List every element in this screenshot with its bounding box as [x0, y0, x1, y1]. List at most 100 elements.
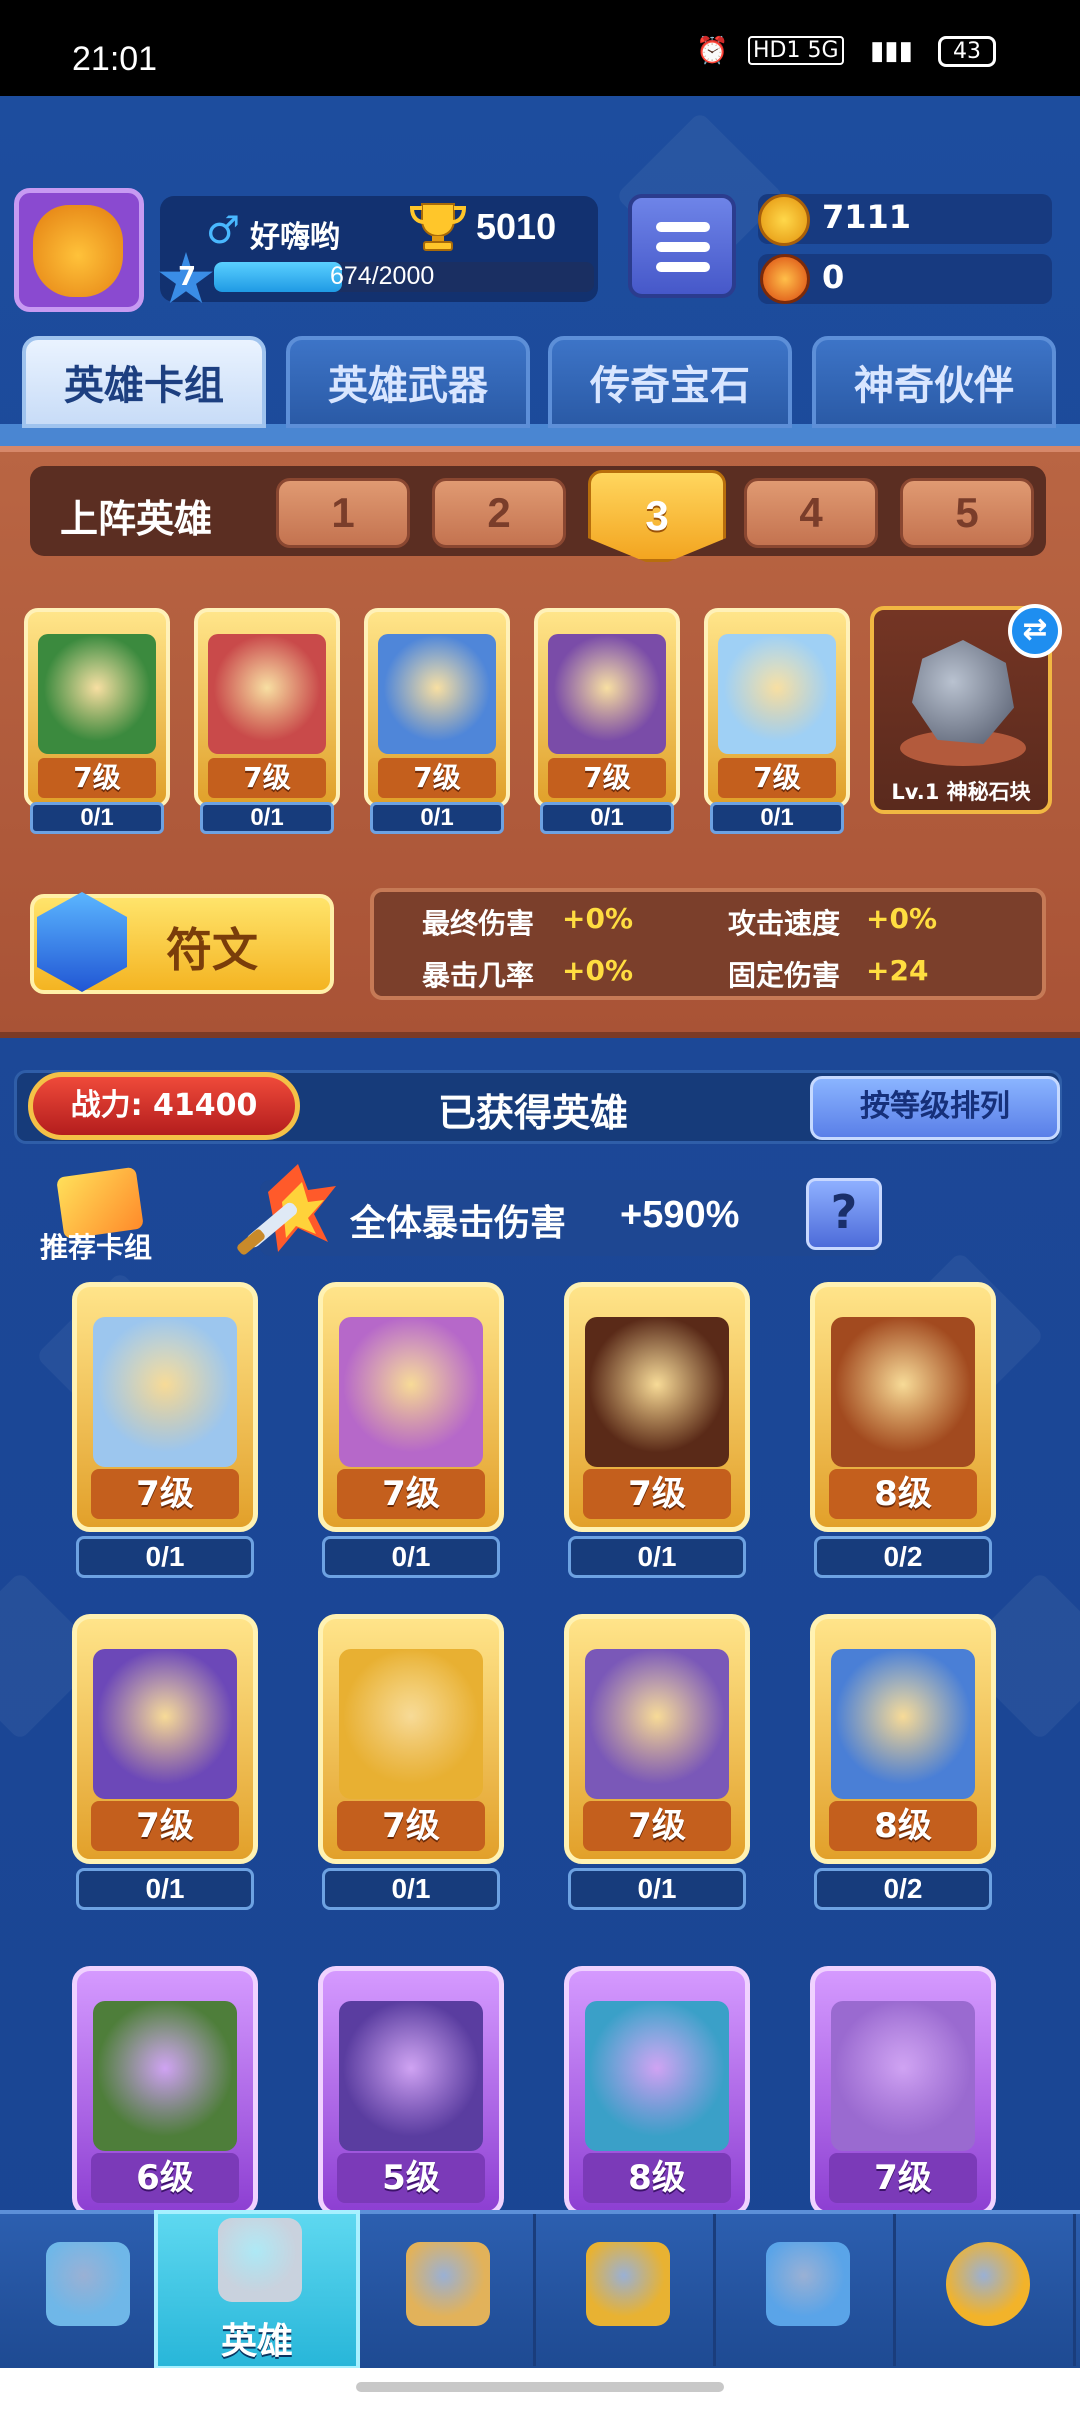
hero-card[interactable]: 7级 — [72, 1282, 258, 1532]
deck-hero-card[interactable]: 7级 — [704, 608, 850, 808]
tab-magic-partners[interactable]: 神奇伙伴 — [812, 336, 1056, 428]
power-badge: 战力: 41400 — [28, 1072, 300, 1140]
sort-by-level-button[interactable]: 按等级排列 — [810, 1076, 1060, 1140]
crit-damage-value: +590% — [620, 1194, 740, 1236]
deck-slot-5[interactable]: 5 — [900, 478, 1034, 548]
hero-level: 7级 — [829, 2153, 977, 2203]
hero-level: 7级 — [38, 758, 156, 798]
hero-portrait — [831, 2001, 975, 2151]
obtained-heroes-title: 已获得英雄 — [438, 1091, 629, 1135]
signal-icon: ▮▮▮ — [870, 36, 913, 66]
hero-card[interactable]: 6级 — [72, 1966, 258, 2216]
gold-coin-icon — [758, 194, 810, 246]
hero-level: 7级 — [718, 758, 836, 798]
tab-hero-weapons[interactable]: 英雄武器 — [286, 336, 530, 428]
hero-level: 7级 — [337, 1801, 485, 1851]
crossed-swords-icon — [406, 2242, 490, 2326]
stat-attack-speed-value: +0% — [866, 902, 937, 935]
hero-portrait — [93, 1649, 237, 1799]
hero-portrait — [339, 1317, 483, 1467]
hero-portrait — [585, 1317, 729, 1467]
status-time: 21:01 — [72, 40, 158, 78]
hero-card[interactable]: 7级 — [318, 1282, 504, 1532]
hero-card[interactable]: 5级 — [318, 1966, 504, 2216]
rune-label: 符文 — [166, 923, 258, 977]
partner-label: Lv.1 神秘石块 — [891, 780, 1031, 804]
crown-shield-icon — [586, 2242, 670, 2326]
hero-card-count: 0/1 — [76, 1868, 254, 1910]
nav-item[interactable] — [540, 2214, 716, 2366]
hero-level: 8级 — [829, 1469, 977, 1519]
recommended-deck-label[interactable]: 推荐卡组 — [40, 1226, 152, 1266]
hero-card[interactable]: 8级 — [810, 1614, 996, 1864]
hero-card[interactable]: 7级 — [318, 1614, 504, 1864]
crit-damage-label: 全体暴击伤害 — [350, 1203, 567, 1244]
hero-card-count: 0/1 — [76, 1536, 254, 1578]
player-name: 好嗨哟 — [250, 220, 340, 255]
hero-card[interactable]: 7级 — [810, 1966, 996, 2216]
hero-level: 5级 — [337, 2153, 485, 2203]
stat-fixed-damage-label: 固定伤害 — [728, 959, 841, 992]
nav-item[interactable] — [360, 2214, 536, 2366]
player-avatar[interactable] — [14, 188, 144, 312]
deck-hero-card[interactable]: 7级 — [194, 608, 340, 808]
hero-portrait — [718, 634, 836, 754]
nav-item[interactable] — [900, 2214, 1076, 2366]
tab-hero-deck[interactable]: 英雄卡组 — [22, 336, 266, 428]
gold-amount: 7111 — [822, 198, 912, 236]
hero-portrait — [38, 634, 156, 754]
swap-arrows-icon[interactable]: ⇄ — [1008, 604, 1062, 658]
network-label: HD1 5G — [748, 36, 844, 65]
fire-orb-icon — [760, 254, 810, 304]
stat-final-damage-value: +0% — [562, 902, 633, 935]
fire-amount: 0 — [822, 258, 845, 296]
hero-portrait — [339, 2001, 483, 2151]
compass-icon — [946, 2242, 1030, 2326]
nav-item[interactable] — [720, 2214, 896, 2366]
male-gender-icon: ♂ — [206, 208, 241, 252]
hero-card-count: 0/1 — [370, 802, 504, 834]
deck-slot-1[interactable]: 1 — [276, 478, 410, 548]
hero-card[interactable]: 7级 — [564, 1614, 750, 1864]
hero-portrait — [831, 1317, 975, 1467]
xp-text: 674/2000 — [330, 262, 435, 290]
stat-crit-chance-label: 暴击几率 — [422, 959, 535, 992]
nav-item[interactable]: 英雄 — [154, 2210, 360, 2370]
status-bar: 21:01 ⏰ HD1 5G ▮▮▮ 43 — [0, 0, 1080, 96]
alarm-icon: ⏰ — [696, 36, 729, 66]
deck-hero-card[interactable]: 7级 — [534, 608, 680, 808]
hero-portrait — [208, 634, 326, 754]
tab-legend-gems[interactable]: 传奇宝石 — [548, 336, 792, 428]
hero-card-count: 0/1 — [568, 1536, 746, 1578]
hero-card[interactable]: 7级 — [564, 1282, 750, 1532]
hero-card-count: 0/1 — [200, 802, 334, 834]
menu-button[interactable] — [628, 194, 736, 298]
hero-card[interactable]: 8级 — [810, 1282, 996, 1532]
hero-card-count: 0/2 — [814, 1536, 992, 1578]
stat-crit-chance-value: +0% — [562, 954, 633, 987]
deck-hero-card[interactable]: 7级 — [24, 608, 170, 808]
hero-level: 8级 — [583, 2153, 731, 2203]
hero-level: 7级 — [378, 758, 496, 798]
hero-card[interactable]: 7级 — [72, 1614, 258, 1864]
hero-portrait — [585, 1649, 729, 1799]
deck-slot-4[interactable]: 4 — [744, 478, 878, 548]
hero-level: 7级 — [91, 1801, 239, 1851]
stat-fixed-damage-value: +24 — [866, 954, 929, 987]
hero-card[interactable]: 8级 — [564, 1966, 750, 2216]
hero-level: 7级 — [337, 1469, 485, 1519]
trophy-count: 5010 — [476, 206, 557, 247]
stat-attack-speed-label: 攻击速度 — [728, 907, 841, 940]
deck-slot-2[interactable]: 2 — [432, 478, 566, 548]
nav-item[interactable] — [0, 2214, 176, 2366]
battery-indicator: 43 — [938, 36, 996, 67]
hero-card-count: 0/1 — [568, 1868, 746, 1910]
flaming-sword-icon — [237, 1164, 336, 1255]
hero-level: 7级 — [548, 758, 666, 798]
home-indicator[interactable] — [356, 2382, 724, 2392]
help-button[interactable]: ? — [806, 1178, 882, 1250]
hero-card-count: 0/1 — [540, 802, 674, 834]
hero-level: 7级 — [91, 1469, 239, 1519]
mystery-stone-icon — [912, 640, 1014, 744]
deck-hero-card[interactable]: 7级 — [364, 608, 510, 808]
